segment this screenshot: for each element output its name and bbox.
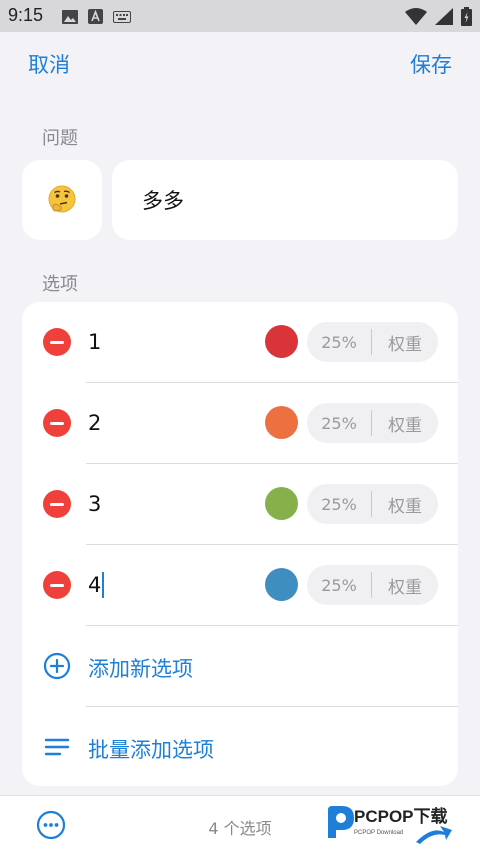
remove-option-button[interactable] <box>43 409 71 437</box>
save-button[interactable]: 保存 <box>410 49 452 79</box>
option-color-dot[interactable] <box>265 325 298 358</box>
weight-label: 权重 <box>388 415 422 436</box>
option-row: 3 25% 权重 <box>22 464 458 545</box>
option-text: 4 <box>88 573 102 597</box>
text-a-icon <box>88 9 103 24</box>
question-section-label: 问题 <box>42 128 78 149</box>
option-color-dot[interactable] <box>265 406 298 439</box>
option-color-dot[interactable] <box>265 487 298 520</box>
option-input[interactable]: 2 <box>88 408 101 438</box>
cancel-button[interactable]: 取消 <box>28 49 70 79</box>
plus-circle-icon <box>43 652 71 680</box>
option-row: 4 25% 权重 <box>22 545 458 626</box>
add-option-button[interactable]: 添加新选项 <box>22 626 458 707</box>
bottom-bar: 4 个选项 PCPOP下载 PCPOP Download <box>0 795 480 853</box>
weight-pill[interactable]: 25% 权重 <box>307 322 438 362</box>
weight-percent: 25% <box>321 494 357 514</box>
status-time: 9:15 <box>8 5 44 25</box>
remove-option-button[interactable] <box>43 571 71 599</box>
image-icon <box>62 9 78 24</box>
weight-pill[interactable]: 25% 权重 <box>307 403 438 443</box>
keyboard-icon <box>113 10 131 23</box>
option-color-dot[interactable] <box>265 568 298 601</box>
option-text: 3 <box>88 492 102 516</box>
option-row: 2 25% 权重 <box>22 383 458 464</box>
options-section-label: 选项 <box>42 274 78 295</box>
thinking-face-icon <box>48 185 76 213</box>
question-input[interactable]: 多多 <box>112 160 458 240</box>
option-text: 1 <box>88 330 102 354</box>
status-notification-icons <box>62 9 131 24</box>
watermark-logo: PCPOP下载 PCPOP Download <box>328 806 452 844</box>
question-text: 多多 <box>142 189 184 213</box>
add-option-label: 添加新选项 <box>88 657 193 681</box>
weight-label: 权重 <box>388 496 422 517</box>
remove-option-button[interactable] <box>43 328 71 356</box>
status-bar: 9:15 <box>0 0 480 32</box>
weight-percent: 25% <box>321 413 357 433</box>
weight-label: 权重 <box>388 334 422 355</box>
option-text: 2 <box>88 411 102 435</box>
options-card: 1 25% 权重 2 25% 权重 3 25% 权重 4 25% 权重 添加新选… <box>22 302 458 786</box>
watermark-sub: PCPOP Download <box>354 830 403 836</box>
wifi-icon <box>405 8 427 25</box>
option-input[interactable]: 3 <box>88 489 101 519</box>
battery-charging-icon <box>461 7 472 26</box>
option-input[interactable]: 4 <box>88 570 105 600</box>
status-system-icons <box>405 7 472 26</box>
weight-pill[interactable]: 25% 权重 <box>307 565 438 605</box>
watermark-brand: PCPOP下载 <box>354 806 448 826</box>
weight-percent: 25% <box>321 575 357 595</box>
text-cursor <box>102 572 105 598</box>
list-lines-icon <box>44 738 70 756</box>
option-row: 1 25% 权重 <box>22 302 458 383</box>
signal-icon <box>435 8 453 25</box>
remove-option-button[interactable] <box>43 490 71 518</box>
weight-label: 权重 <box>388 577 422 598</box>
bulk-add-button[interactable]: 批量添加选项 <box>22 707 458 786</box>
option-input[interactable]: 1 <box>88 327 101 357</box>
emoji-picker[interactable] <box>22 160 102 240</box>
weight-percent: 25% <box>321 332 357 352</box>
bulk-add-label: 批量添加选项 <box>88 738 214 762</box>
weight-pill[interactable]: 25% 权重 <box>307 484 438 524</box>
